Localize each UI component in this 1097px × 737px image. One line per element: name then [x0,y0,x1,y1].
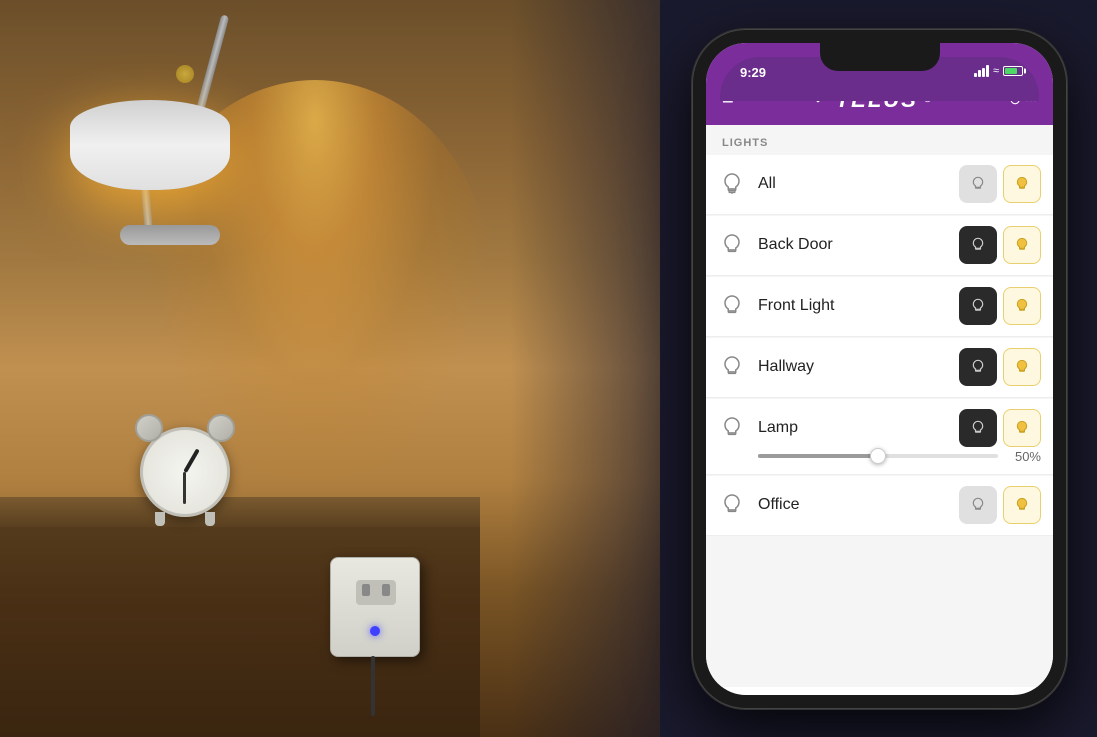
background-photo [0,0,660,737]
brightness-row-lamp: 50% [718,449,1041,464]
light-name-hallway: Hallway [758,358,959,376]
light-off-btn-frontlight[interactable] [959,287,997,325]
phone-device: 9:29 ≈ ≡ [692,29,1067,709]
light-on-btn-hallway[interactable] [1003,348,1041,386]
lights-section-header: LIGHTS [706,125,1053,155]
outlet [356,580,396,605]
bulb-icon-backdoor [718,231,746,259]
light-item-all: All [706,155,1053,215]
light-controls-lamp [959,409,1041,447]
phone-screen: 9:29 ≈ ≡ [706,43,1053,695]
light-name-frontlight: Front Light [758,297,959,315]
bulb-icon-all [718,170,746,198]
light-name-lamp: Lamp [758,419,959,437]
light-on-btn-all[interactable] [1003,165,1041,203]
light-controls-all [959,165,1041,203]
light-off-btn-backdoor[interactable] [959,226,997,264]
light-controls-backdoor [959,226,1041,264]
clock-foot-right [205,512,215,526]
clock-foot-left [155,512,165,526]
light-on-btn-office[interactable] [1003,486,1041,524]
outlet-slot-left [362,584,370,596]
light-on-btn-frontlight[interactable] [1003,287,1041,325]
light-on-btn-lamp[interactable] [1003,409,1041,447]
status-icons: ≈ [974,65,1023,77]
alarm-clock [140,427,230,517]
light-item-lamp: Lamp [706,399,1053,475]
wifi-icon: ≈ [993,65,999,77]
app-content: LIGHTS All [706,125,1053,687]
light-name-all: All [758,175,959,193]
clock-bell-left [135,414,163,442]
light-item-office: Office [706,476,1053,536]
brightness-value-lamp: 50% [1006,449,1041,464]
slider-thumb[interactable] [870,448,886,464]
lamp-joint1 [176,65,194,83]
lamp-base [120,225,220,245]
light-item-backdoor: Back Door [706,216,1053,276]
outlet-slot-right [382,584,390,596]
hour-hand [183,448,199,473]
brightness-slider-lamp[interactable] [758,454,998,458]
clock-face [140,427,230,517]
slider-fill [758,454,878,458]
bulb-icon-hallway [718,353,746,381]
light-item-hallway: Hallway [706,338,1053,398]
light-controls-hallway [959,348,1041,386]
light-controls-office [959,486,1041,524]
light-controls-frontlight [959,287,1041,325]
light-on-btn-backdoor[interactable] [1003,226,1041,264]
plug-led-indicator [370,626,380,636]
power-cord [371,656,375,716]
battery-fill [1005,68,1017,74]
light-off-btn-hallway[interactable] [959,348,997,386]
minute-hand [183,472,186,504]
photo-overlay [510,0,660,737]
phone-notch [820,43,940,71]
smartphone: 9:29 ≈ ≡ [692,29,1067,709]
light-off-btn-office[interactable] [959,486,997,524]
smart-plug [330,557,420,657]
bulb-icon-lamp [718,414,746,442]
light-name-backdoor: Back Door [758,236,959,254]
light-off-btn-all[interactable] [959,165,997,203]
light-item-frontlight: Front Light [706,277,1053,337]
light-name-office: Office [758,496,959,514]
bulb-icon-office [718,491,746,519]
light-off-btn-lamp[interactable] [959,409,997,447]
signal-icon [974,65,989,77]
bulb-icon-frontlight [718,292,746,320]
table-top [0,497,480,527]
battery-icon [1003,66,1023,76]
lamp-head [70,100,230,190]
clock-bell-right [207,414,235,442]
